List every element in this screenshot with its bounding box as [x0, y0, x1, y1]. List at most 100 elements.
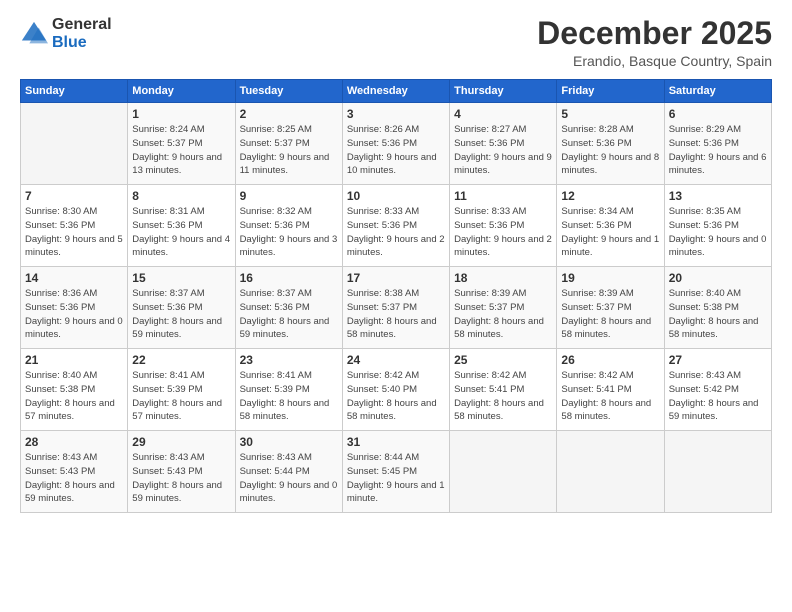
- day-number: 14: [25, 271, 123, 285]
- calendar-cell: 7 Sunrise: 8:30 AMSunset: 5:36 PMDaylight…: [21, 185, 128, 267]
- weekday-header: Saturday: [664, 80, 771, 103]
- weekday-header: Thursday: [450, 80, 557, 103]
- calendar-cell: 26 Sunrise: 8:42 AMSunset: 5:41 PMDayligh…: [557, 349, 664, 431]
- calendar-cell: 18 Sunrise: 8:39 AMSunset: 5:37 PMDayligh…: [450, 267, 557, 349]
- calendar-cell: 5 Sunrise: 8:28 AMSunset: 5:36 PMDaylight…: [557, 103, 664, 185]
- day-info: Sunrise: 8:29 AMSunset: 5:36 PMDaylight:…: [669, 123, 767, 178]
- calendar-cell: 2 Sunrise: 8:25 AMSunset: 5:37 PMDaylight…: [235, 103, 342, 185]
- calendar-cell: 14 Sunrise: 8:36 AMSunset: 5:36 PMDayligh…: [21, 267, 128, 349]
- day-info: Sunrise: 8:30 AMSunset: 5:36 PMDaylight:…: [25, 205, 123, 260]
- calendar-cell: 21 Sunrise: 8:40 AMSunset: 5:38 PMDayligh…: [21, 349, 128, 431]
- location: Erandio, Basque Country, Spain: [537, 53, 772, 69]
- day-number: 24: [347, 353, 445, 367]
- day-number: 8: [132, 189, 230, 203]
- day-number: 31: [347, 435, 445, 449]
- day-number: 25: [454, 353, 552, 367]
- calendar-cell: 19Sunrise: 8:39 AMSunset: 5:37 PMDayligh…: [557, 267, 664, 349]
- logo-blue: Blue: [52, 34, 112, 52]
- day-info: Sunrise: 8:41 AMSunset: 5:39 PMDaylight:…: [132, 369, 230, 424]
- day-info: Sunrise: 8:43 AMSunset: 5:43 PMDaylight:…: [25, 451, 123, 506]
- day-number: 16: [240, 271, 338, 285]
- day-info: Sunrise: 8:40 AMSunset: 5:38 PMDaylight:…: [25, 369, 123, 424]
- calendar-cell: 15 Sunrise: 8:37 AMSunset: 5:36 PMDayligh…: [128, 267, 235, 349]
- day-number: 6: [669, 107, 767, 121]
- day-number: 18: [454, 271, 552, 285]
- day-number: 13: [669, 189, 767, 203]
- day-number: 4: [454, 107, 552, 121]
- calendar-cell: 4 Sunrise: 8:27 AMSunset: 5:36 PMDaylight…: [450, 103, 557, 185]
- day-info: Sunrise: 8:27 AMSunset: 5:36 PMDaylight:…: [454, 123, 552, 178]
- calendar-cell: 25 Sunrise: 8:42 AMSunset: 5:41 PMDayligh…: [450, 349, 557, 431]
- day-info: Sunrise: 8:34 AMSunset: 5:36 PMDaylight:…: [561, 205, 659, 260]
- day-number: 19: [561, 271, 659, 285]
- day-info: Sunrise: 8:36 AMSunset: 5:36 PMDaylight:…: [25, 287, 123, 342]
- day-info: Sunrise: 8:31 AMSunset: 5:36 PMDaylight:…: [132, 205, 230, 260]
- day-info: Sunrise: 8:35 AMSunset: 5:36 PMDaylight:…: [669, 205, 767, 260]
- day-info: Sunrise: 8:41 AMSunset: 5:39 PMDaylight:…: [240, 369, 338, 424]
- calendar-cell: 22 Sunrise: 8:41 AMSunset: 5:39 PMDayligh…: [128, 349, 235, 431]
- day-number: 15: [132, 271, 230, 285]
- weekday-header: Monday: [128, 80, 235, 103]
- calendar-table: SundayMondayTuesdayWednesdayThursdayFrid…: [20, 79, 772, 513]
- calendar-cell: 27Sunrise: 8:43 AMSunset: 5:42 PMDayligh…: [664, 349, 771, 431]
- day-info: Sunrise: 8:37 AMSunset: 5:36 PMDaylight:…: [132, 287, 230, 342]
- calendar-cell: [664, 431, 771, 513]
- calendar-cell: 8 Sunrise: 8:31 AMSunset: 5:36 PMDaylight…: [128, 185, 235, 267]
- day-number: 17: [347, 271, 445, 285]
- logo-general: General: [52, 16, 112, 34]
- calendar-cell: [450, 431, 557, 513]
- logo-text: General Blue: [52, 16, 112, 51]
- calendar-cell: 23 Sunrise: 8:41 AMSunset: 5:39 PMDayligh…: [235, 349, 342, 431]
- day-number: 11: [454, 189, 552, 203]
- day-info: Sunrise: 8:37 AMSunset: 5:36 PMDaylight:…: [240, 287, 338, 342]
- calendar-header: SundayMondayTuesdayWednesdayThursdayFrid…: [21, 80, 772, 103]
- day-number: 7: [25, 189, 123, 203]
- day-number: 1: [132, 107, 230, 121]
- day-info: Sunrise: 8:44 AMSunset: 5:45 PMDaylight:…: [347, 451, 445, 506]
- day-number: 22: [132, 353, 230, 367]
- day-number: 3: [347, 107, 445, 121]
- day-number: 21: [25, 353, 123, 367]
- day-number: 20: [669, 271, 767, 285]
- day-info: Sunrise: 8:43 AMSunset: 5:42 PMDaylight:…: [669, 369, 767, 424]
- day-number: 2: [240, 107, 338, 121]
- day-info: Sunrise: 8:25 AMSunset: 5:37 PMDaylight:…: [240, 123, 338, 178]
- logo: General Blue: [20, 16, 112, 51]
- calendar-cell: [21, 103, 128, 185]
- day-number: 28: [25, 435, 123, 449]
- day-info: Sunrise: 8:43 AMSunset: 5:43 PMDaylight:…: [132, 451, 230, 506]
- day-info: Sunrise: 8:32 AMSunset: 5:36 PMDaylight:…: [240, 205, 338, 260]
- weekday-header: Friday: [557, 80, 664, 103]
- day-number: 12: [561, 189, 659, 203]
- day-info: Sunrise: 8:38 AMSunset: 5:37 PMDaylight:…: [347, 287, 445, 342]
- calendar-cell: 20 Sunrise: 8:40 AMSunset: 5:38 PMDayligh…: [664, 267, 771, 349]
- day-info: Sunrise: 8:43 AMSunset: 5:44 PMDaylight:…: [240, 451, 338, 506]
- calendar-cell: 29Sunrise: 8:43 AMSunset: 5:43 PMDayligh…: [128, 431, 235, 513]
- calendar-cell: 28 Sunrise: 8:43 AMSunset: 5:43 PMDayligh…: [21, 431, 128, 513]
- day-info: Sunrise: 8:42 AMSunset: 5:41 PMDaylight:…: [561, 369, 659, 424]
- month-title: December 2025: [537, 16, 772, 51]
- day-info: Sunrise: 8:42 AMSunset: 5:41 PMDaylight:…: [454, 369, 552, 424]
- day-info: Sunrise: 8:39 AMSunset: 5:37 PMDaylight:…: [454, 287, 552, 342]
- calendar-cell: 9Sunrise: 8:32 AMSunset: 5:36 PMDaylight…: [235, 185, 342, 267]
- day-number: 26: [561, 353, 659, 367]
- weekday-header: Wednesday: [342, 80, 449, 103]
- day-info: Sunrise: 8:33 AMSunset: 5:36 PMDaylight:…: [454, 205, 552, 260]
- day-number: 5: [561, 107, 659, 121]
- calendar-cell: 10Sunrise: 8:33 AMSunset: 5:36 PMDayligh…: [342, 185, 449, 267]
- day-info: Sunrise: 8:26 AMSunset: 5:36 PMDaylight:…: [347, 123, 445, 178]
- page-header: General Blue December 2025 Erandio, Basq…: [20, 16, 772, 69]
- day-number: 23: [240, 353, 338, 367]
- day-number: 10: [347, 189, 445, 203]
- day-info: Sunrise: 8:42 AMSunset: 5:40 PMDaylight:…: [347, 369, 445, 424]
- calendar-cell: 17 Sunrise: 8:38 AMSunset: 5:37 PMDayligh…: [342, 267, 449, 349]
- calendar-cell: 13 Sunrise: 8:35 AMSunset: 5:36 PMDayligh…: [664, 185, 771, 267]
- title-block: December 2025 Erandio, Basque Country, S…: [537, 16, 772, 69]
- calendar-cell: 11 Sunrise: 8:33 AMSunset: 5:36 PMDayligh…: [450, 185, 557, 267]
- logo-icon: [20, 20, 48, 48]
- weekday-header: Sunday: [21, 80, 128, 103]
- day-info: Sunrise: 8:28 AMSunset: 5:36 PMDaylight:…: [561, 123, 659, 178]
- calendar-cell: 24 Sunrise: 8:42 AMSunset: 5:40 PMDayligh…: [342, 349, 449, 431]
- weekday-header: Tuesday: [235, 80, 342, 103]
- day-info: Sunrise: 8:40 AMSunset: 5:38 PMDaylight:…: [669, 287, 767, 342]
